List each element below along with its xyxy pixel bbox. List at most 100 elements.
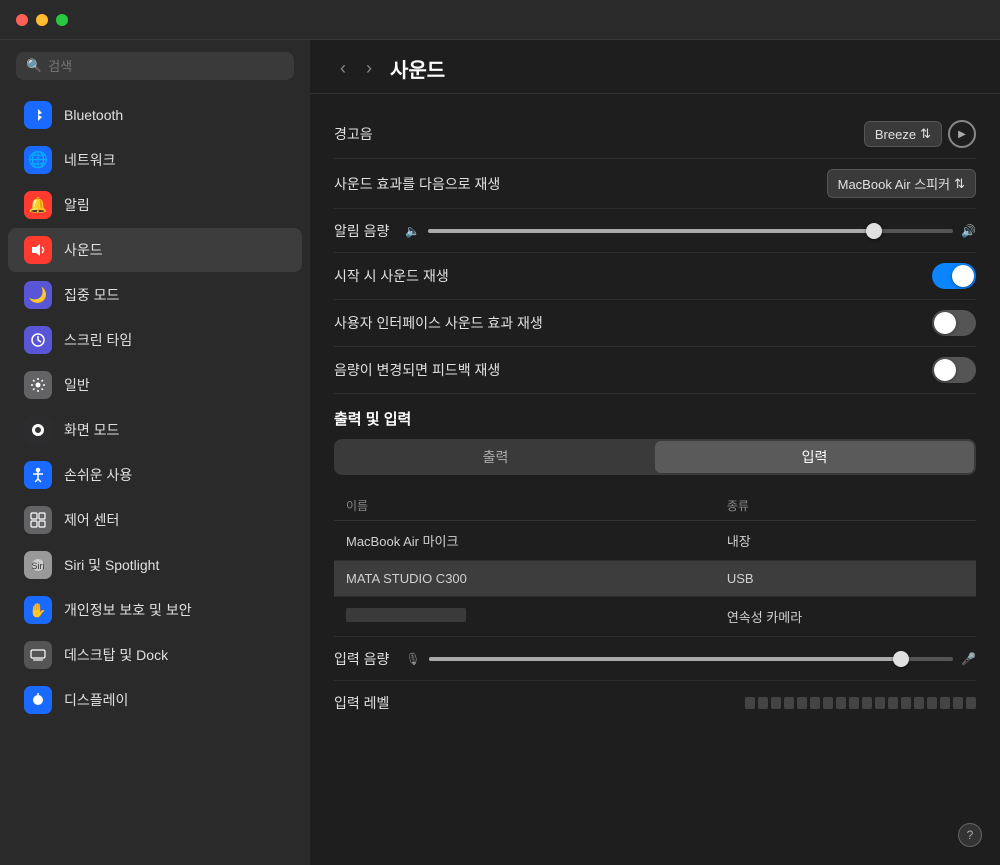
play-sound-label: 사운드 효과를 다음으로 재생 (334, 174, 500, 194)
content-body: 경고음 Breeze ⇅ ▶ 사운드 효과를 다음으로 재생 MacBook A… (310, 94, 1000, 749)
play-sound-selector[interactable]: MacBook Air 스피커 ⇅ (827, 169, 976, 198)
sidebar-item-privacy[interactable]: ✋개인정보 보호 및 보안 (8, 588, 302, 632)
sidebar-item-siri[interactable]: Siri Siri 및 Spotlight (8, 543, 302, 587)
maximize-button[interactable] (56, 14, 68, 26)
sidebar-item-alarm[interactable]: 🔔 알림 (8, 183, 302, 227)
back-button[interactable]: ‹ (334, 56, 352, 81)
tab-switcher: 출력 입력 (334, 439, 976, 475)
alert-volume-track[interactable] (428, 229, 953, 233)
accessibility-icon (24, 461, 52, 489)
level-bar-2 (771, 697, 781, 709)
input-volume-slider[interactable]: 🎙 🎤 (405, 652, 976, 666)
alert-sound-selector[interactable]: Breeze ⇅ (864, 121, 942, 147)
search-bar[interactable]: 🔍 (16, 52, 294, 80)
mic-high-icon: 🎤 (961, 652, 976, 666)
io-table-body: MacBook Air 마이크내장MATA STUDIO C300USB연속성 … (334, 521, 976, 637)
startup-sound-row: 시작 시 사운드 재생 (334, 253, 976, 300)
sidebar-item-desktop_dock[interactable]: 데스크탑 및 Dock (8, 633, 302, 677)
input-level-label: 입력 레벨 (334, 693, 389, 713)
search-icon: 🔍 (26, 58, 42, 74)
level-bar-13 (914, 697, 924, 709)
io-table-head: 이름 종류 (334, 491, 976, 521)
volume-high-icon: 🔊 (961, 224, 976, 238)
help-button[interactable]: ? (958, 823, 982, 847)
input-level-row: 입력 레벨 (334, 681, 976, 725)
sidebar-item-label-accessibility: 손쉬운 사용 (64, 465, 132, 485)
table-row[interactable]: MATA STUDIO C300USB (334, 561, 976, 597)
sidebar-item-screentime[interactable]: 스크린 타임 (8, 318, 302, 362)
input-volume-track[interactable] (429, 657, 953, 661)
content-area: ‹ › 사운드 경고음 Breeze ⇅ ▶ 사운드 효과를 다음으로 재생 (310, 40, 1000, 865)
chevron-up-down-icon2: ⇅ (954, 176, 965, 192)
sidebar-item-displays[interactable]: 디스플레이 (8, 678, 302, 722)
level-bar-0 (745, 697, 755, 709)
sidebar-item-sound[interactable]: 사운드 (8, 228, 302, 272)
minimize-button[interactable] (36, 14, 48, 26)
table-row[interactable]: MacBook Air 마이크내장 (334, 521, 976, 561)
sidebar-item-display_mode[interactable]: 화면 모드 (8, 408, 302, 452)
input-volume-fill (429, 657, 901, 661)
focus-icon: 🌙 (24, 281, 52, 309)
ui-sounds-thumb (934, 312, 956, 334)
row-type-1: USB (715, 561, 976, 597)
sidebar-item-network[interactable]: 🌐네트워크 (8, 138, 302, 182)
privacy-icon: ✋ (24, 596, 52, 624)
level-bar-14 (927, 697, 937, 709)
sidebar-item-label-sound: 사운드 (64, 240, 103, 260)
level-bar-11 (888, 697, 898, 709)
level-bar-15 (940, 697, 950, 709)
level-bar-12 (901, 697, 911, 709)
alert-volume-slider[interactable]: 🔈 🔊 (405, 224, 976, 238)
table-row[interactable]: 연속성 카메라 (334, 597, 976, 637)
sidebar-item-accessibility[interactable]: 손쉬운 사용 (8, 453, 302, 497)
sidebar-item-label-displays: 디스플레이 (64, 690, 128, 710)
volume-feedback-row: 음량이 변경되면 피드백 재생 (334, 347, 976, 394)
mic-low-icon: 🎙 (405, 652, 420, 666)
startup-sound-toggle[interactable] (932, 263, 976, 289)
alert-volume-thumb[interactable] (866, 223, 882, 239)
io-section-title: 출력 및 입력 (334, 394, 976, 439)
displays-icon (24, 686, 52, 714)
ui-sounds-toggle[interactable] (932, 310, 976, 336)
alert-sound-row: 경고음 Breeze ⇅ ▶ (334, 110, 976, 159)
search-input[interactable] (48, 59, 284, 74)
sidebar-item-focus[interactable]: 🌙 집중 모드 (8, 273, 302, 317)
play-sound-row: 사운드 효과를 다음으로 재생 MacBook Air 스피커 ⇅ (334, 159, 976, 209)
alert-sound-value: Breeze ⇅ ▶ (864, 120, 976, 148)
level-bar-7 (836, 697, 846, 709)
sidebar-item-bluetooth[interactable]: Bluetooth (8, 93, 302, 137)
level-bar-10 (875, 697, 885, 709)
close-button[interactable] (16, 14, 28, 26)
sidebar-item-label-screentime: 스크린 타임 (64, 330, 132, 350)
level-bar-8 (849, 697, 859, 709)
play-sound-value: MacBook Air 스피커 ⇅ (827, 169, 976, 198)
input-volume-thumb[interactable] (893, 651, 909, 667)
play-sound-button[interactable]: ▶ (948, 120, 976, 148)
tab-input[interactable]: 입력 (655, 441, 974, 473)
main-layout: 🔍 Bluetooth🌐네트워크 🔔 알림사운드 🌙 집중 모드스크린 타임일반화면 모… (0, 40, 1000, 865)
sidebar-item-label-focus: 집중 모드 (64, 285, 119, 305)
alarm-icon: 🔔 (24, 191, 52, 219)
col-name: 이름 (334, 491, 715, 521)
chevron-up-down-icon: ⇅ (920, 126, 931, 142)
level-bar-5 (810, 697, 820, 709)
sidebar-item-label-siri: Siri 및 Spotlight (64, 555, 159, 575)
siri-icon: Siri (24, 551, 52, 579)
sidebar-items: Bluetooth🌐네트워크 🔔 알림사운드 🌙 집중 모드스크린 타임일반화면 모드손… (0, 92, 310, 723)
alert-volume-row: 알림 음량 🔈 🔊 (334, 209, 976, 253)
ui-sounds-label: 사용자 인터페이스 사운드 효과 재생 (334, 313, 543, 333)
sidebar-item-label-alarm: 알림 (64, 195, 90, 215)
tab-output[interactable]: 출력 (336, 441, 655, 473)
row-name-2 (334, 597, 715, 637)
forward-button[interactable]: › (360, 56, 378, 81)
volume-feedback-label: 음량이 변경되면 피드백 재생 (334, 360, 500, 380)
alert-sound-label: 경고음 (334, 124, 373, 144)
volume-low-icon: 🔈 (405, 224, 420, 238)
sidebar-item-control_center[interactable]: 제어 센터 (8, 498, 302, 542)
titlebar (0, 0, 1000, 40)
sidebar-item-general[interactable]: 일반 (8, 363, 302, 407)
volume-feedback-toggle[interactable] (932, 357, 976, 383)
screentime-icon (24, 326, 52, 354)
bluetooth-icon (24, 101, 52, 129)
general-icon (24, 371, 52, 399)
